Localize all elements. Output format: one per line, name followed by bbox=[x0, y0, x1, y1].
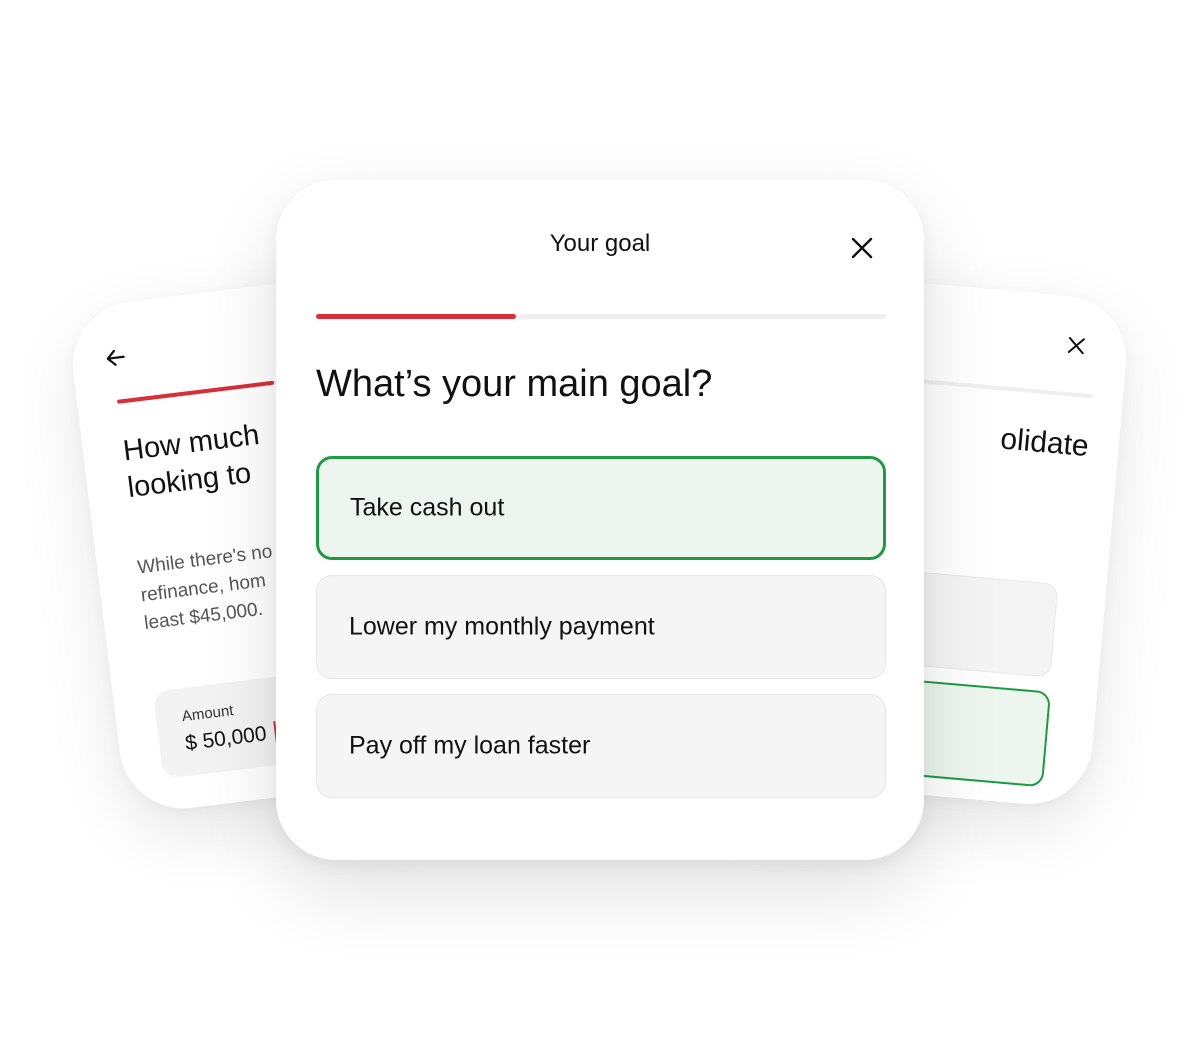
option-pay-off-faster[interactable]: Pay off my loan faster bbox=[316, 694, 886, 798]
dialog-title: Your goal bbox=[549, 230, 651, 257]
option-lower-monthly-payment[interactable]: Lower my monthly payment bbox=[316, 575, 886, 679]
arrow-left-icon[interactable] bbox=[100, 342, 131, 373]
progress-bar bbox=[316, 314, 886, 319]
amount-label: Amount bbox=[180, 702, 235, 726]
option-label: Lower my monthly payment bbox=[349, 612, 655, 641]
amount-value: $ 50,000 bbox=[183, 722, 268, 756]
option-label: Take cash out bbox=[350, 493, 505, 522]
option-take-cash-out[interactable]: Take cash out bbox=[316, 456, 886, 560]
stage: How much looking to While there's no ref… bbox=[0, 0, 1200, 1040]
progress-fill bbox=[116, 380, 274, 404]
question-heading: What’s your main goal? bbox=[316, 363, 713, 405]
goal-dialog: Your goal What’s your main goal? Take ca… bbox=[276, 180, 924, 860]
close-icon[interactable] bbox=[1064, 334, 1088, 358]
close-icon[interactable] bbox=[846, 232, 878, 264]
progress-fill bbox=[316, 314, 516, 319]
option-label: Pay off my loan faster bbox=[349, 731, 591, 760]
